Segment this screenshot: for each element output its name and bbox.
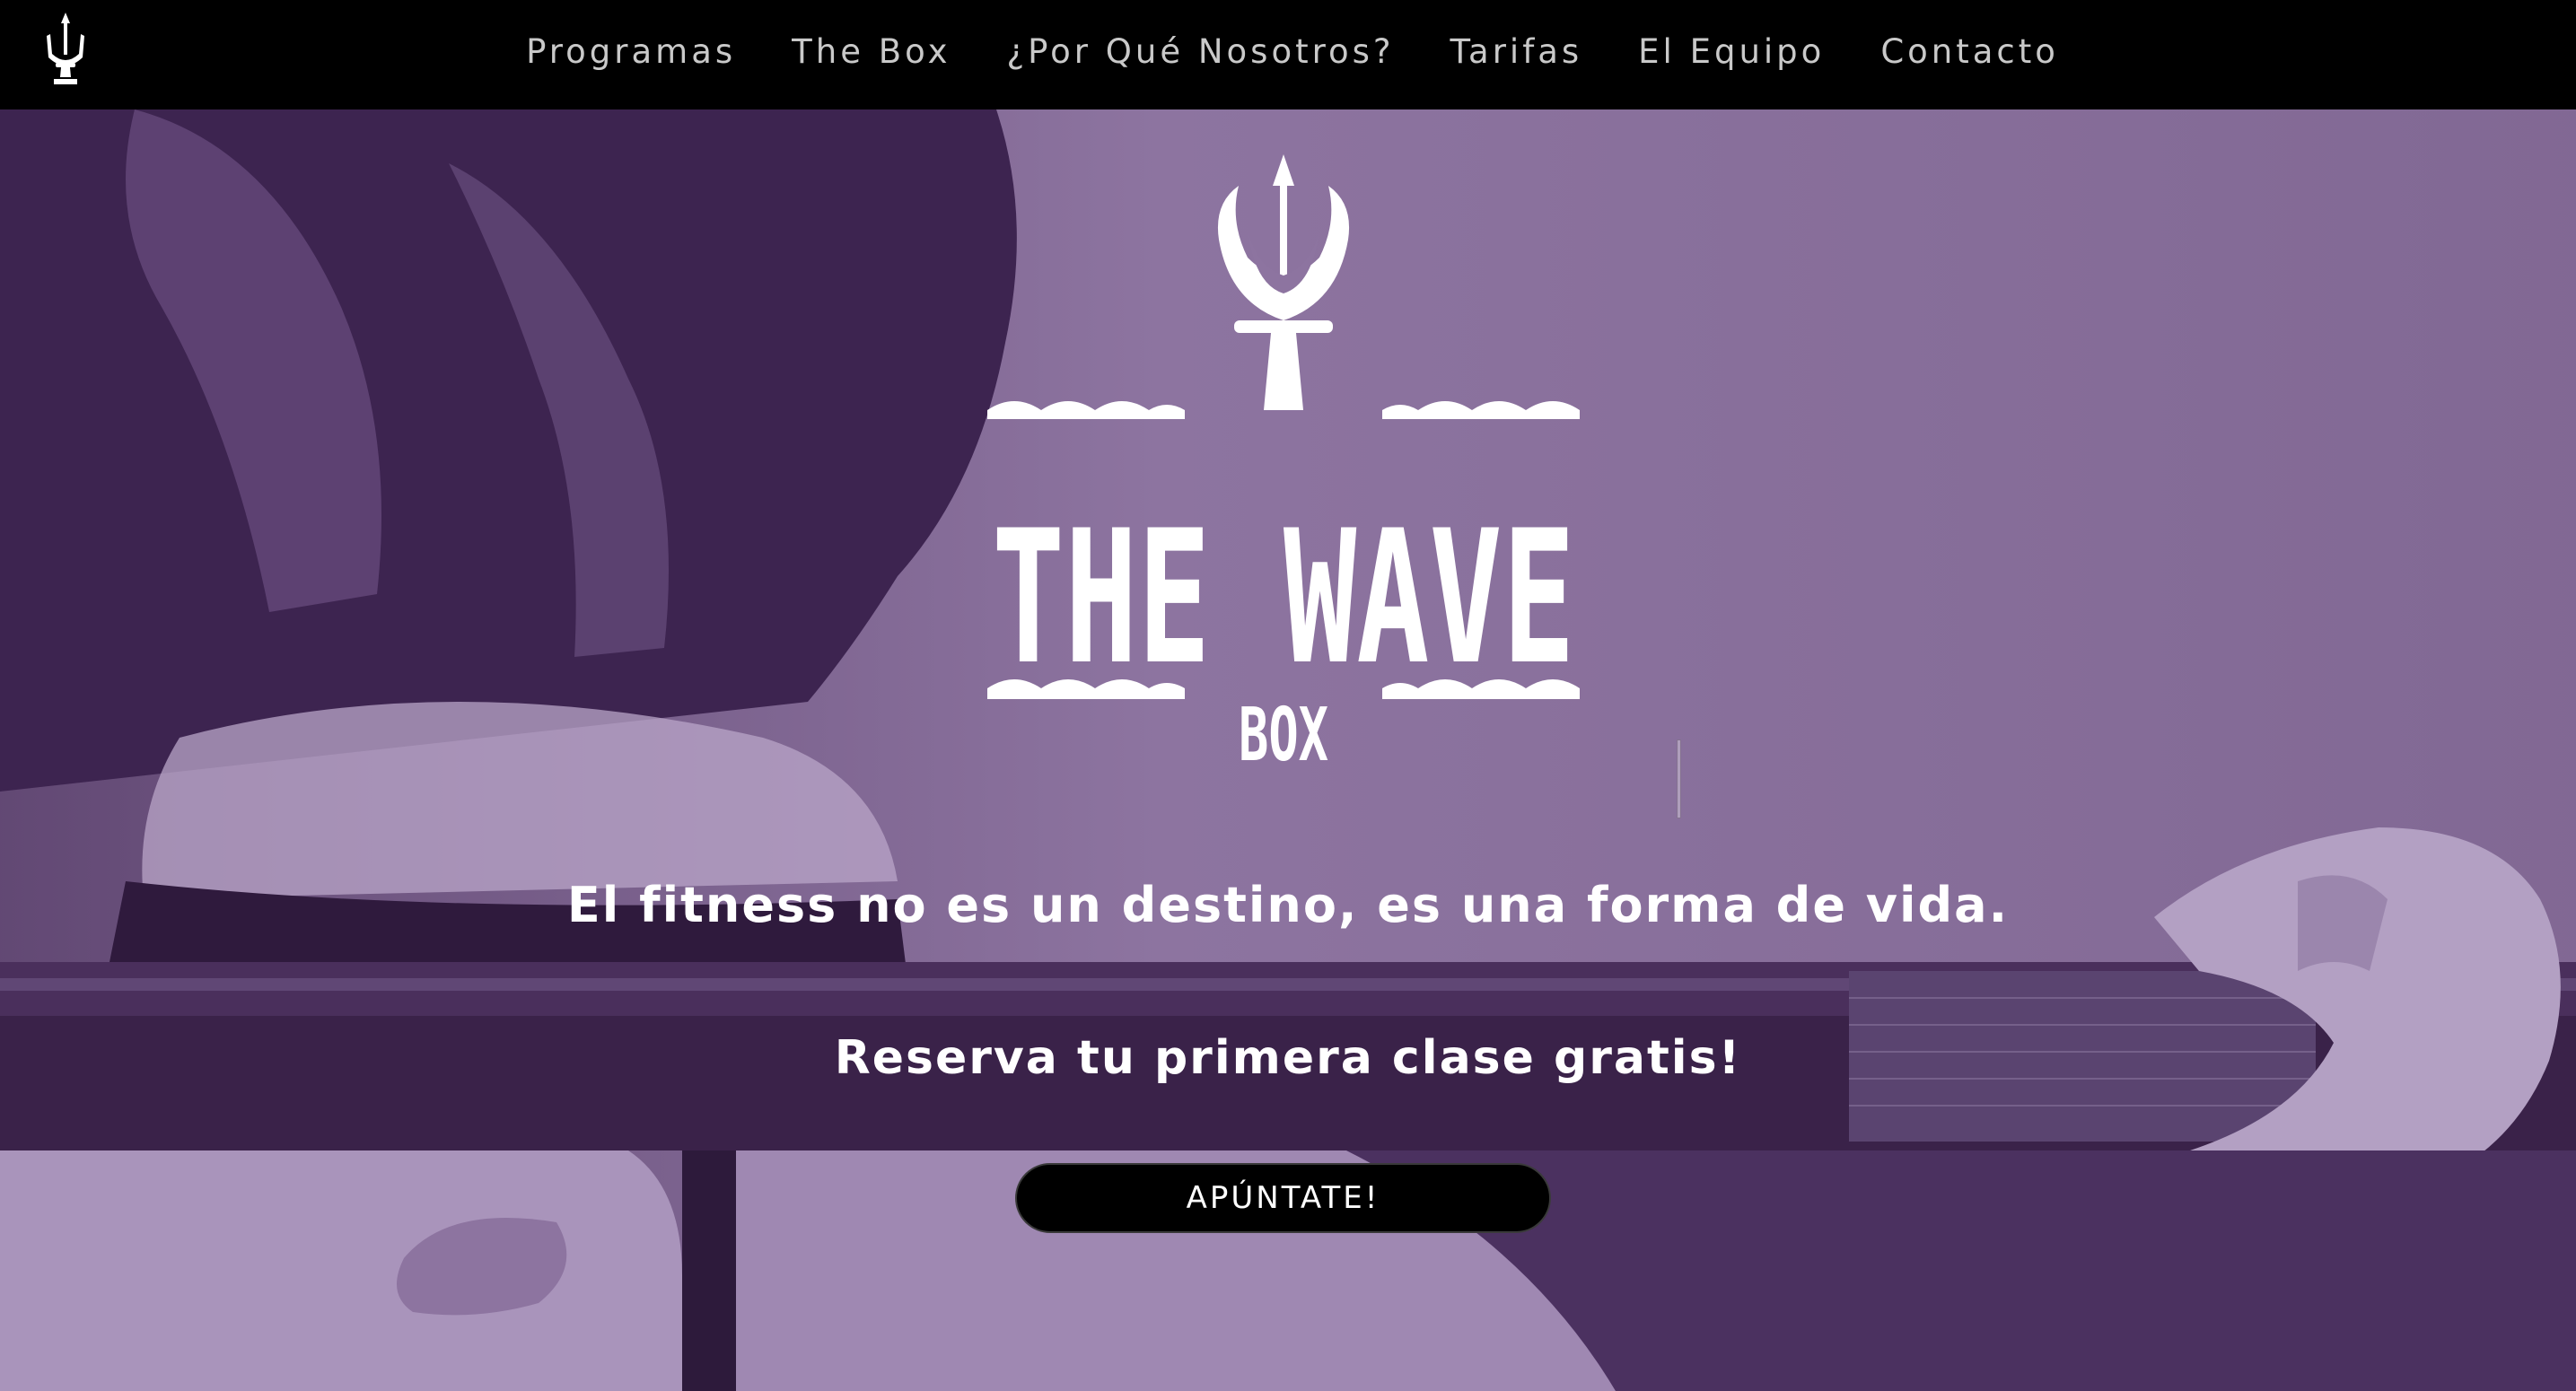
signup-button[interactable]: APÚNTATE! [1015, 1163, 1551, 1233]
logo-subtitle: BOX [1239, 693, 1328, 778]
hero-tagline: El fitness no es un destino, es una form… [566, 877, 2010, 933]
top-navbar: Programas The Box ¿Por Qué Nosotros? Tar… [0, 0, 2576, 109]
nav-item-the-box[interactable]: The Box [792, 32, 951, 71]
text-cursor [1677, 739, 1681, 818]
nav-item-tarifas[interactable]: Tarifas [1450, 32, 1583, 71]
nav-item-contacto[interactable]: Contacto [1880, 32, 2059, 71]
nav-item-programas[interactable]: Programas [526, 32, 736, 71]
hero-cta-text: Reserva tu primera clase gratis! [834, 1031, 1742, 1085]
main-nav-menu: Programas The Box ¿Por Qué Nosotros? Tar… [0, 0, 2576, 102]
logo-title: THE WAVE [992, 492, 1575, 705]
nav-item-el-equipo[interactable]: El Equipo [1638, 32, 1825, 71]
the-wave-box-logo: THE WAVE BOX [987, 154, 1580, 778]
nav-item-por-que-nosotros[interactable]: ¿Por Qué Nosotros? [1007, 32, 1395, 71]
hero-section: THE WAVE BOX El fitness no es un destino… [0, 109, 2576, 1391]
